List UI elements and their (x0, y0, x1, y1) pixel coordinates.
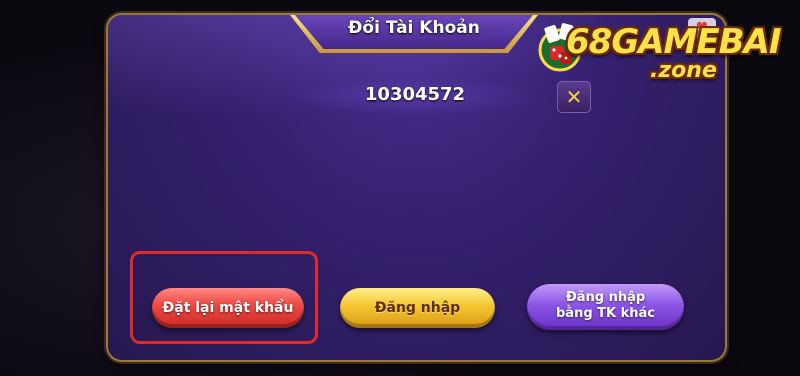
dialog-title: Đổi Tài Khoản (348, 18, 480, 38)
login-other-line2: bằng TK khác (555, 306, 655, 321)
login-other-account-button[interactable]: Đăng nhập bằng TK khác (527, 284, 684, 330)
login-other-line1: Đăng nhập (565, 290, 646, 305)
logo-sub-text: .zone (650, 58, 717, 83)
site-logo: 68GAMEBAI .zone (518, 8, 781, 94)
logo-main-text: 68GAMEBAI (566, 22, 781, 62)
login-button[interactable]: Đăng nhập (340, 288, 495, 328)
highlight-annotation (130, 251, 318, 344)
background-ghost (380, 358, 470, 372)
account-id: 10304572 (364, 84, 466, 105)
